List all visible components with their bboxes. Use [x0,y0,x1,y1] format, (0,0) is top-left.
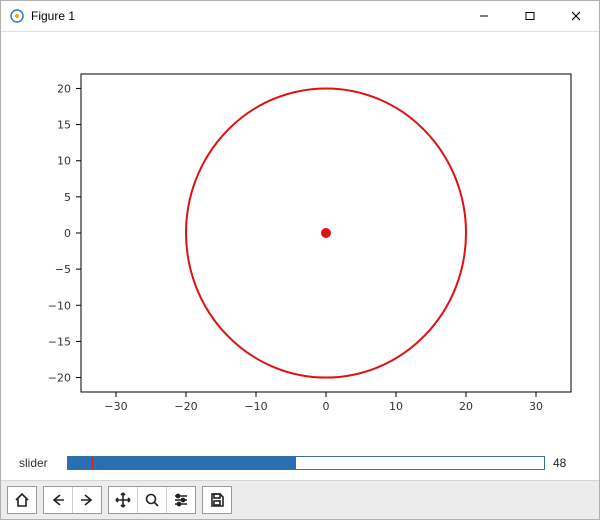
svg-text:30: 30 [529,400,543,413]
svg-text:0: 0 [64,227,71,240]
svg-text:20: 20 [459,400,473,413]
slider-value: 48 [553,456,581,470]
titlebar: Figure 1 [1,1,599,32]
save-button[interactable] [202,486,232,514]
svg-text:20: 20 [57,82,71,95]
configure-button[interactable] [167,487,195,513]
home-button[interactable] [7,486,37,514]
window-title: Figure 1 [31,9,75,23]
close-button[interactable] [553,1,599,31]
slider-row: slider 48 [1,446,599,480]
slider-label: slider [19,456,59,470]
forward-button[interactable] [73,487,101,513]
svg-text:−20: −20 [174,400,197,413]
view-group [108,486,196,514]
app-icon [9,8,25,24]
app-window: Figure 1 −30 −20 −10 0 10 20 30 −20 −15 −10 −5 0 5 10… [0,0,600,520]
maximize-button[interactable] [507,1,553,31]
zoom-button[interactable] [138,487,167,513]
svg-text:−30: −30 [104,400,127,413]
svg-text:−10: −10 [48,299,71,312]
minimize-button[interactable] [461,1,507,31]
svg-text:−20: −20 [48,372,71,385]
pan-button[interactable] [109,487,138,513]
svg-text:15: 15 [57,119,71,132]
history-group [43,486,102,514]
svg-text:−15: −15 [48,335,71,348]
svg-text:10: 10 [57,155,71,168]
slider-track[interactable] [67,456,545,470]
plot-area[interactable]: −30 −20 −10 0 10 20 30 −20 −15 −10 −5 0 5 10 15 20 [1,32,599,446]
svg-text:0: 0 [323,400,330,413]
nav-toolbar [1,480,599,519]
back-button[interactable] [44,487,73,513]
svg-text:−10: −10 [244,400,267,413]
svg-text:10: 10 [389,400,403,413]
svg-text:−5: −5 [55,263,71,276]
slider-fill [68,457,296,469]
svg-text:5: 5 [64,191,71,204]
slider-init-marker [92,457,93,469]
